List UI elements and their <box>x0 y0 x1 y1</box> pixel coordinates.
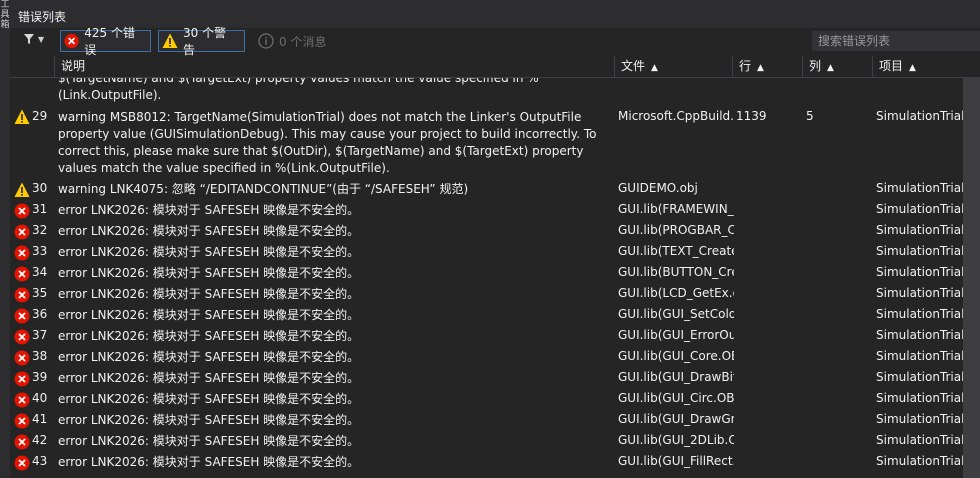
error-circle-x-icon <box>14 308 30 324</box>
row-file: GUI.lib(GUI_DrawBitmap.obj) <box>618 370 734 384</box>
info-circle-icon <box>258 33 274 49</box>
row-description: warning LNK4075: 忽略 “/EDITANDCONTINUE”(由… <box>58 182 469 196</box>
error-list-rows: $(TargetName) and $(TargetExt) property … <box>10 78 980 478</box>
warning-triangle-icon <box>14 182 30 197</box>
row-description: error LNK2026: 模块对于 SAFESEH 映像是不安全的。 <box>58 308 360 322</box>
row-description: error LNK2026: 模块对于 SAFESEH 映像是不安全的。 <box>58 203 360 217</box>
row-number: 43 <box>32 454 48 468</box>
window-title: 错误列表 <box>18 10 67 24</box>
row-description: error LNK2026: 模块对于 SAFESEH 映像是不安全的。 <box>58 245 360 259</box>
toolbox-side-tab[interactable]: 工具箱 <box>0 0 10 478</box>
error-circle-x-icon <box>14 350 30 366</box>
error-circle-x-icon <box>14 329 30 345</box>
row-file: GUI.lib(GUI_2DLib.OBJ) <box>618 433 734 447</box>
row-file: GUI.lib(GUI_Circ.OBJ) <box>618 391 734 405</box>
error-circle-x-icon <box>14 245 30 261</box>
error-circle-x-icon <box>14 266 30 282</box>
toolbox-side-label: 工具箱 <box>0 0 10 30</box>
errors-count-label: 425 个错误 <box>84 26 135 57</box>
row-number: 42 <box>32 433 48 447</box>
error-circle-x-icon <box>14 434 30 450</box>
row-file: GUI.lib(GUI_Core.OBJ) <box>618 349 734 363</box>
row-file: GUI.lib(GUI_SetColor.obj) <box>618 307 734 321</box>
sort-up-icon: ▲ <box>757 63 764 73</box>
messages-filter-button[interactable]: 0 个消息 <box>254 30 334 52</box>
errors-filter-button[interactable]: 425 个错误 <box>60 26 151 57</box>
row-line: 1139 <box>736 109 767 123</box>
column-header-project[interactable]: 项目 ▲ <box>872 56 973 77</box>
row-number: 40 <box>32 391 48 405</box>
column-header-description-label: 说明 <box>61 59 86 73</box>
warning-triangle-icon <box>14 109 30 124</box>
error-circle-x-icon <box>14 224 30 240</box>
row-number: 30 <box>32 181 48 195</box>
row-description: error LNK2026: 模块对于 SAFESEH 映像是不安全的。 <box>58 371 360 385</box>
row-description: error LNK2026: 模块对于 SAFESEH 映像是不安全的。 <box>58 266 360 280</box>
row-description: error LNK2026: 模块对于 SAFESEH 映像是不安全的。 <box>58 287 360 301</box>
row-number: 34 <box>32 265 48 279</box>
row-number: 36 <box>32 307 48 321</box>
row-number: 29 <box>32 109 48 123</box>
chevron-down-icon: ▼ <box>38 34 45 44</box>
row-description: error LNK2026: 模块对于 SAFESEH 映像是不安全的。 <box>58 392 360 406</box>
error-circle-x-icon <box>14 287 30 303</box>
row-description: error LNK2026: 模块对于 SAFESEH 映像是不安全的。 <box>58 224 360 238</box>
sort-up-icon: ▲ <box>827 63 834 73</box>
row-description: error LNK2026: 模块对于 SAFESEH 映像是不安全的。 <box>58 350 360 364</box>
row-number: 41 <box>32 412 48 426</box>
search-error-list-input[interactable]: 搜索错误列表 <box>812 31 980 51</box>
column-header-line[interactable]: 行 ▲ <box>732 56 802 77</box>
error-circle-x-icon <box>14 413 30 429</box>
column-header-column[interactable]: 列 ▲ <box>802 56 872 77</box>
row-number: 32 <box>32 223 48 237</box>
column-header-line-label: 行 <box>739 59 752 73</box>
sort-up-icon: ▲ <box>651 63 658 73</box>
row-description: error LNK2026: 模块对于 SAFESEH 映像是不安全的。 <box>58 455 360 469</box>
row-file: GUI.lib(GUI_DrawGraph.obj) <box>618 412 734 426</box>
row-number: 31 <box>32 202 48 216</box>
row-file: GUI.lib(LCD_GetEx.obj) <box>618 286 734 300</box>
error-circle-x-icon <box>64 33 79 49</box>
row-description: $(TargetName) and $(TargetExt) property … <box>58 78 539 102</box>
error-circle-x-icon <box>14 203 30 219</box>
warning-triangle-icon <box>162 33 178 48</box>
column-header-project-label: 项目 <box>879 59 904 73</box>
row-file: GUI.lib(GUI_FillRect.obj) <box>618 454 734 468</box>
error-list-titlebar: 错误列表 <box>10 0 980 28</box>
row-description: error LNK2026: 模块对于 SAFESEH 映像是不安全的。 <box>58 413 360 427</box>
sort-up-icon: ▲ <box>909 63 916 73</box>
row-file: GUI.lib(FRAMEWIN_Create.obj) <box>618 202 734 216</box>
row-description: warning MSB8012: TargetName(SimulationTr… <box>58 110 597 175</box>
row-number: 38 <box>32 349 48 363</box>
row-number: 37 <box>32 328 48 342</box>
warnings-filter-button[interactable]: 30 个警告 <box>158 26 245 57</box>
column-header-column-label: 列 <box>809 59 822 73</box>
row-column: 5 <box>806 109 814 123</box>
row-file: GUIDEMO.obj <box>618 181 698 195</box>
row-description: error LNK2026: 模块对于 SAFESEH 映像是不安全的。 <box>58 329 360 343</box>
error-list-toolbar: ▼ 425 个错误 30 个警告 0 个消息 搜索错误列表 <box>10 26 980 57</box>
filter-funnel-icon <box>24 34 34 44</box>
error-circle-x-icon <box>14 371 30 387</box>
column-header-row: 说明 文件 ▲ 行 ▲ 列 ▲ 项目 ▲ <box>10 56 980 78</box>
column-header-file-label: 文件 <box>621 59 646 73</box>
messages-count-label: 0 个消息 <box>279 34 327 49</box>
row-number: 33 <box>32 244 48 258</box>
filter-dropdown[interactable]: ▼ <box>24 34 44 44</box>
row-file: GUI.lib(TEXT_Create.obj) <box>618 244 734 258</box>
row-file: GUI.lib(GUI_ErrorOut.obj) <box>618 328 734 342</box>
error-circle-x-icon <box>14 455 30 471</box>
row-number: 39 <box>32 370 48 384</box>
warnings-count-label: 30 个警告 <box>182 26 227 57</box>
column-header-file[interactable]: 文件 ▲ <box>614 56 732 77</box>
row-description: error LNK2026: 模块对于 SAFESEH 映像是不安全的。 <box>58 434 360 448</box>
column-header-description[interactable]: 说明 <box>54 56 614 77</box>
row-file: GUI.lib(BUTTON_Create.obj) <box>618 265 734 279</box>
row-file: Microsoft.CppBuild.targets <box>618 109 734 123</box>
row-number: 35 <box>32 286 48 300</box>
vertical-scrollbar[interactable] <box>963 78 980 478</box>
row-file: GUI.lib(PROGBAR_Create.obj) <box>618 223 734 237</box>
error-circle-x-icon <box>14 392 30 408</box>
